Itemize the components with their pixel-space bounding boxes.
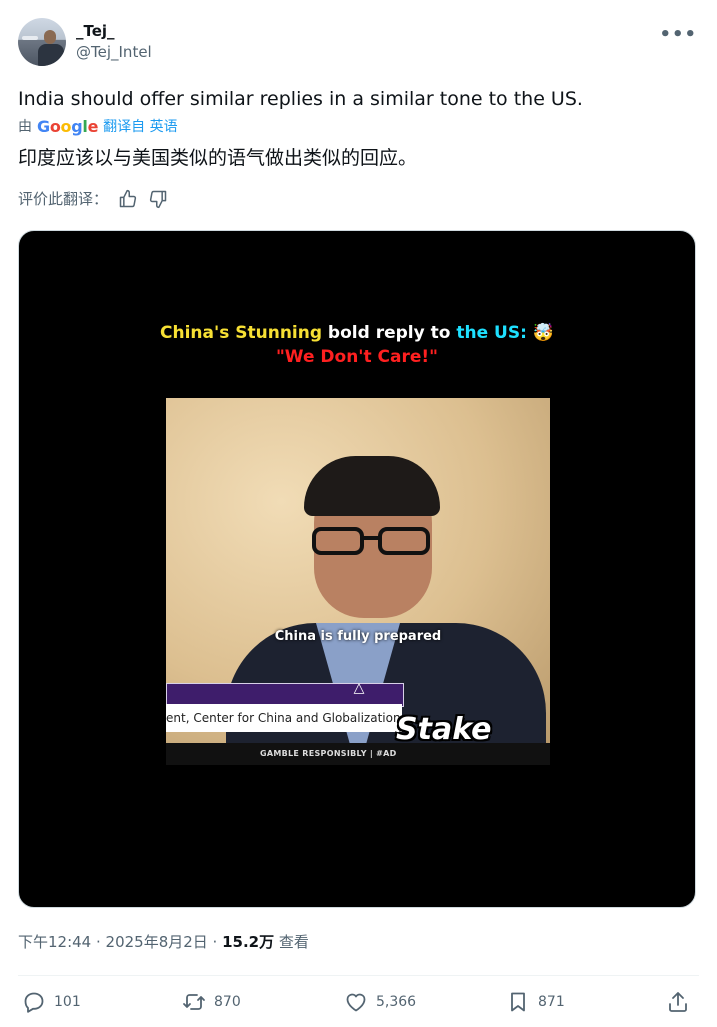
ad-disclaimer: GAMBLE RESPONSIBLY | #AD bbox=[166, 743, 550, 765]
bookmark-button[interactable]: 871 bbox=[506, 990, 565, 1014]
video-subtitle: China is fully prepared bbox=[274, 629, 442, 644]
translated-text: 印度应该以与美国类似的语气做出类似的回应。 bbox=[18, 147, 418, 169]
avatar[interactable] bbox=[18, 18, 66, 66]
thumbs-up-icon[interactable] bbox=[118, 189, 138, 209]
heart-icon bbox=[346, 993, 366, 1012]
share-icon bbox=[669, 992, 687, 1012]
thumbs-down-icon[interactable] bbox=[148, 189, 168, 209]
share-button[interactable] bbox=[666, 990, 690, 1014]
video-caption-line1: China's Stunning bold reply to the US: 🤯 bbox=[160, 323, 554, 343]
action-bar: 101 870 5,366 871 bbox=[18, 990, 699, 1018]
repost-icon bbox=[183, 994, 205, 1010]
video-frame: China is fully prepared △ ent, Center fo… bbox=[166, 398, 550, 743]
repost-count: 870 bbox=[214, 994, 241, 1010]
channel-logo-icon: △ bbox=[353, 680, 365, 696]
lower-third-text: ent, Center for China and Globalization bbox=[166, 704, 402, 732]
author-handle[interactable]: @Tej_Intel bbox=[76, 42, 152, 62]
tweet-text: India should offer similar replies in a … bbox=[18, 88, 583, 110]
bookmark-count: 871 bbox=[538, 994, 565, 1010]
repost-button[interactable]: 870 bbox=[182, 990, 241, 1014]
views-label: 查看 bbox=[274, 933, 309, 951]
rate-translation-row: 评价此翻译： bbox=[18, 188, 168, 209]
author-block: _Tej_ @Tej_Intel bbox=[76, 22, 152, 62]
stake-logo: Stake bbox=[396, 712, 492, 743]
video-media[interactable]: China's Stunning bold reply to the US: 🤯… bbox=[18, 230, 696, 908]
translated-by-prefix: 由 bbox=[18, 119, 32, 135]
bookmark-icon bbox=[511, 992, 525, 1012]
reply-icon bbox=[24, 992, 44, 1013]
like-count: 5,366 bbox=[376, 994, 417, 1010]
rate-label: 评价此翻译： bbox=[18, 190, 109, 208]
tweet-header: _Tej_ @Tej_Intel ••• bbox=[18, 18, 699, 68]
tweet-meta: 下午12:44 · 2025年8月2日 · 15.2万 查看 bbox=[18, 931, 309, 953]
video-caption-line2: "We Don't Care!" bbox=[275, 347, 439, 367]
more-icon[interactable]: ••• bbox=[659, 24, 697, 45]
translation-attribution: 由 Google 翻译自 英语 bbox=[18, 117, 178, 137]
reply-button[interactable]: 101 bbox=[22, 990, 81, 1014]
timestamp[interactable]: 下午12:44 · 2025年8月2日 · bbox=[18, 933, 222, 951]
google-logo: Google bbox=[37, 117, 99, 136]
author-display-name[interactable]: _Tej_ bbox=[76, 22, 152, 40]
divider bbox=[18, 975, 699, 976]
view-count: 15.2万 bbox=[222, 933, 275, 951]
like-button[interactable]: 5,366 bbox=[344, 990, 416, 1014]
reply-count: 101 bbox=[54, 994, 81, 1010]
translate-source-link[interactable]: 翻译自 英语 bbox=[103, 117, 177, 137]
glasses-illustration bbox=[312, 527, 430, 555]
